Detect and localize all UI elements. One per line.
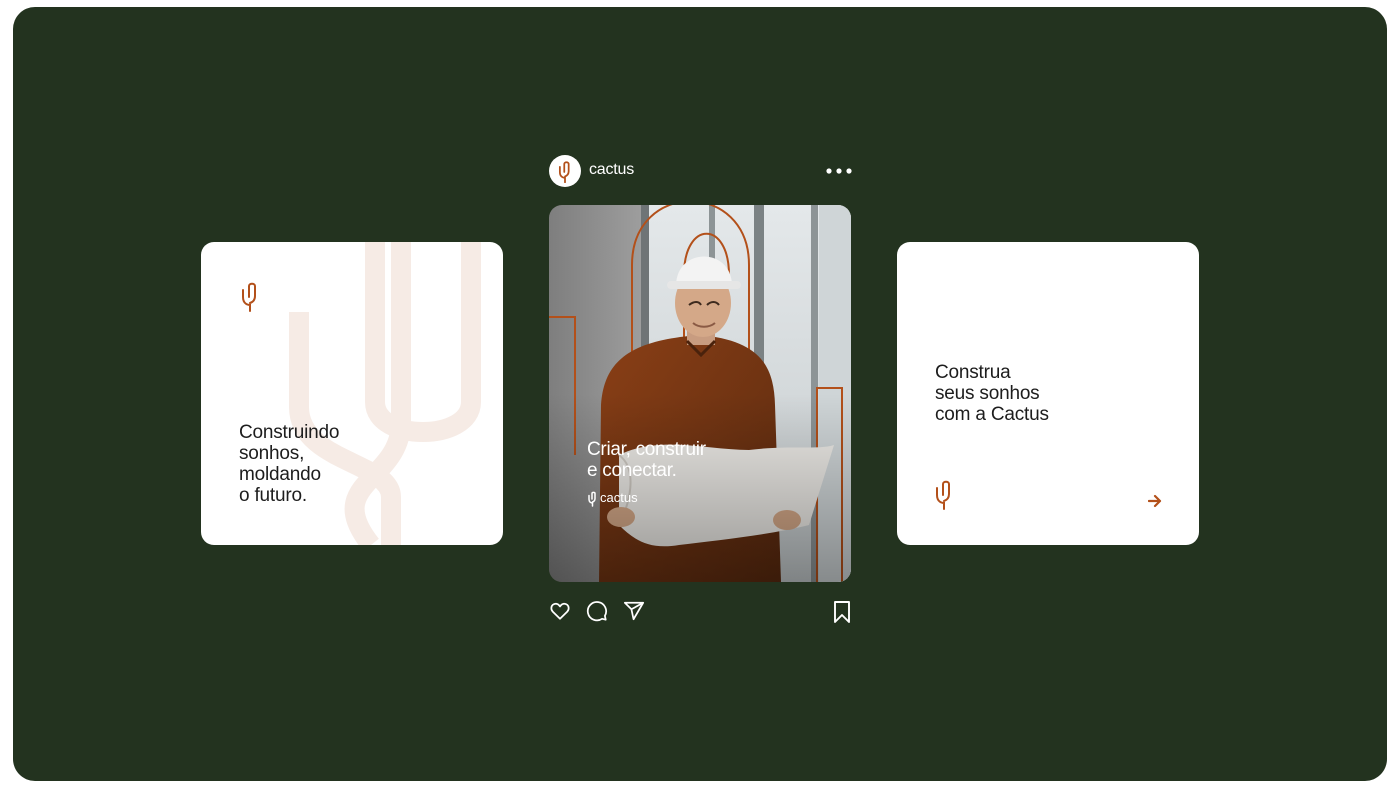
right-card-headline: Construa seus sonhos com a Cactus	[935, 362, 1049, 425]
bookmark-icon[interactable]	[832, 600, 852, 624]
cactus-logo-icon	[242, 282, 256, 312]
cactus-logo-icon	[936, 480, 950, 510]
headline-line: seus sonhos	[935, 383, 1040, 404]
comment-icon[interactable]	[586, 600, 608, 622]
arrow-right-icon[interactable]	[1148, 494, 1162, 508]
cactus-logo-icon	[558, 161, 570, 183]
post-actions	[549, 600, 852, 626]
photo-headline: Criar, construir e conectar.	[587, 439, 706, 481]
headline-line: Criar, construir	[587, 439, 706, 460]
brand-name: cactus	[600, 490, 638, 505]
heart-icon[interactable]	[549, 600, 571, 622]
right-post-card[interactable]: Construa seus sonhos com a Cactus	[897, 242, 1199, 545]
headline-line: sonhos,	[239, 443, 305, 464]
headline-line: Construindo	[239, 422, 340, 443]
left-post-card[interactable]: Construindo sonhos, moldando o futuro.	[201, 242, 503, 545]
headline-line: Construa	[935, 362, 1011, 383]
username-link[interactable]: cactus	[589, 161, 634, 179]
construction-worker-photo	[549, 205, 851, 582]
avatar[interactable]	[549, 155, 581, 187]
more-horizontal-icon[interactable]	[826, 167, 852, 175]
headline-line: e conectar.	[587, 460, 677, 481]
post-photo[interactable]: Criar, construir e conectar. cactus	[549, 205, 851, 582]
left-card-headline: Construindo sonhos, moldando o futuro.	[239, 422, 339, 506]
share-icon[interactable]	[623, 600, 645, 622]
headline-line: moldando	[239, 464, 321, 485]
headline-line: com a Cactus	[935, 404, 1049, 425]
cactus-logo-icon	[588, 491, 596, 507]
post-header: cactus	[549, 155, 852, 188]
headline-line: o futuro.	[239, 485, 307, 506]
